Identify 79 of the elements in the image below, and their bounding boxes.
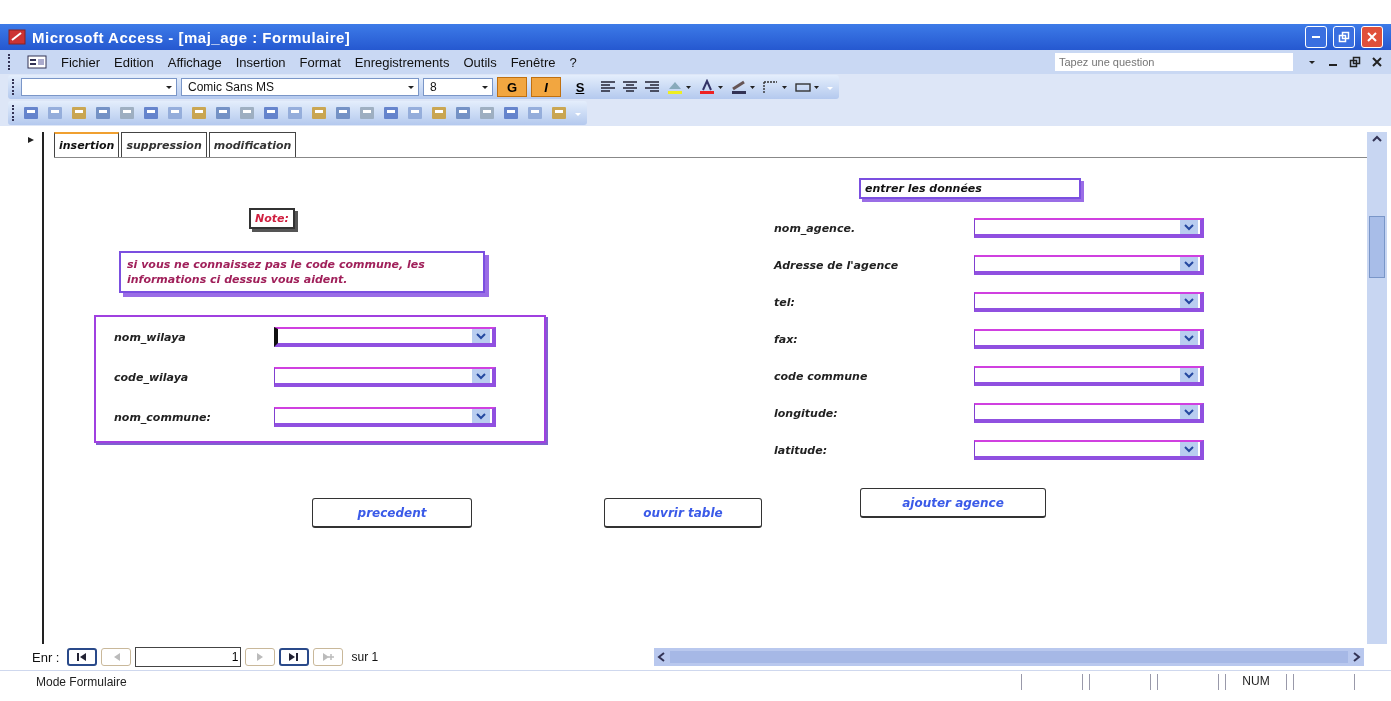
status-panel (1157, 674, 1219, 690)
menu-item[interactable]: Format (299, 54, 341, 70)
form-button[interactable]: precedent (312, 498, 472, 528)
form-icon (27, 55, 47, 69)
combo-box[interactable] (274, 327, 496, 347)
status-indicator: NUM (1225, 674, 1287, 690)
combo-box[interactable] (974, 329, 1204, 349)
note-label: Note: (249, 208, 295, 229)
key-icon (8, 29, 26, 45)
pointer-icon (27, 136, 35, 144)
menu-item[interactable]: Affichage (167, 54, 222, 70)
status-text: Mode Formulaire (36, 675, 127, 689)
window-title: Microsoft Access - [maj_age : Formulaire] (32, 28, 351, 46)
section-title: entrer les données (859, 178, 1081, 199)
menu-item[interactable]: Fichier (61, 54, 100, 70)
field-label: fax: (774, 332, 799, 346)
record-label: Enr : (32, 649, 60, 665)
field-label: tel: (774, 295, 796, 309)
minimize-icon (1311, 35, 1321, 39)
tab[interactable]: insertion (54, 132, 120, 157)
vertical-scrollbar[interactable] (1367, 132, 1387, 644)
toolbar-grip[interactable] (12, 79, 17, 95)
menu-item[interactable]: Insertion (235, 54, 286, 70)
field-label: longitude: (774, 406, 839, 420)
text-style-button[interactable]: G (497, 77, 527, 97)
text-style-button[interactable]: S (565, 77, 595, 97)
menu-item[interactable]: Enregistrements (354, 54, 450, 70)
combo-box[interactable] (974, 292, 1204, 312)
combo-box[interactable] (974, 255, 1204, 275)
field-label: Adresse de l'agence (774, 258, 900, 272)
last-record-button[interactable] (279, 648, 310, 666)
field-label: code_wilaya (114, 370, 190, 384)
line-color-icon[interactable] (729, 79, 757, 95)
close-icon (1366, 31, 1378, 43)
menu-item[interactable]: ? (569, 54, 577, 70)
restore-icon[interactable] (1349, 56, 1361, 68)
scroll-thumb[interactable] (1369, 216, 1385, 278)
menu-item[interactable]: Edition (114, 54, 154, 70)
font-dropdown[interactable]: Comic Sans MS (181, 78, 419, 96)
tab[interactable]: modification (208, 132, 297, 157)
align-left-icon[interactable] (599, 79, 617, 95)
restore-button[interactable] (1333, 26, 1355, 48)
field-label: code commune (774, 369, 869, 383)
align-center-icon[interactable] (621, 79, 639, 95)
tab[interactable]: suppression (121, 132, 207, 157)
minimize-button[interactable] (1305, 26, 1327, 48)
status-panel (1293, 674, 1355, 690)
restore-icon (1338, 31, 1350, 43)
font-size-dropdown[interactable]: 8 (423, 78, 493, 96)
form-button[interactable]: ajouter agence (860, 488, 1046, 518)
menu-item[interactable]: Fenêtre (510, 54, 556, 70)
close-icon[interactable] (1371, 56, 1383, 68)
combo-box[interactable] (974, 218, 1204, 238)
border-icon[interactable] (761, 79, 789, 95)
record-count: sur 1 (351, 650, 379, 664)
text-style-button[interactable]: I (531, 77, 561, 97)
field-label: nom_wilaya (114, 330, 187, 344)
toolbar-grip[interactable] (8, 54, 13, 70)
align-right-icon[interactable] (643, 79, 661, 95)
combo-box[interactable] (974, 366, 1204, 386)
status-panel (1021, 674, 1083, 690)
combo-box[interactable] (974, 403, 1204, 423)
close-button[interactable] (1361, 26, 1383, 48)
field-label: latitude: (774, 443, 829, 457)
horizontal-scrollbar[interactable] (654, 648, 1365, 666)
field-label: nom_commune: (114, 410, 212, 424)
toolbar-grip[interactable] (12, 105, 17, 121)
record-number-field[interactable]: 1 (135, 647, 242, 667)
question-field[interactable]: Tapez une question (1055, 53, 1293, 71)
combo-box[interactable] (274, 367, 496, 387)
menu-item[interactable]: Outils (463, 54, 497, 70)
combo-box[interactable] (974, 440, 1204, 460)
status-panel (1089, 674, 1151, 690)
combo-box[interactable] (274, 407, 496, 427)
form-button[interactable]: ouvrir table (604, 498, 762, 528)
next-icon (256, 652, 265, 662)
field-label: nom_agence. (774, 221, 857, 235)
font-color-icon[interactable] (697, 79, 725, 95)
first-record-button[interactable] (67, 648, 98, 666)
